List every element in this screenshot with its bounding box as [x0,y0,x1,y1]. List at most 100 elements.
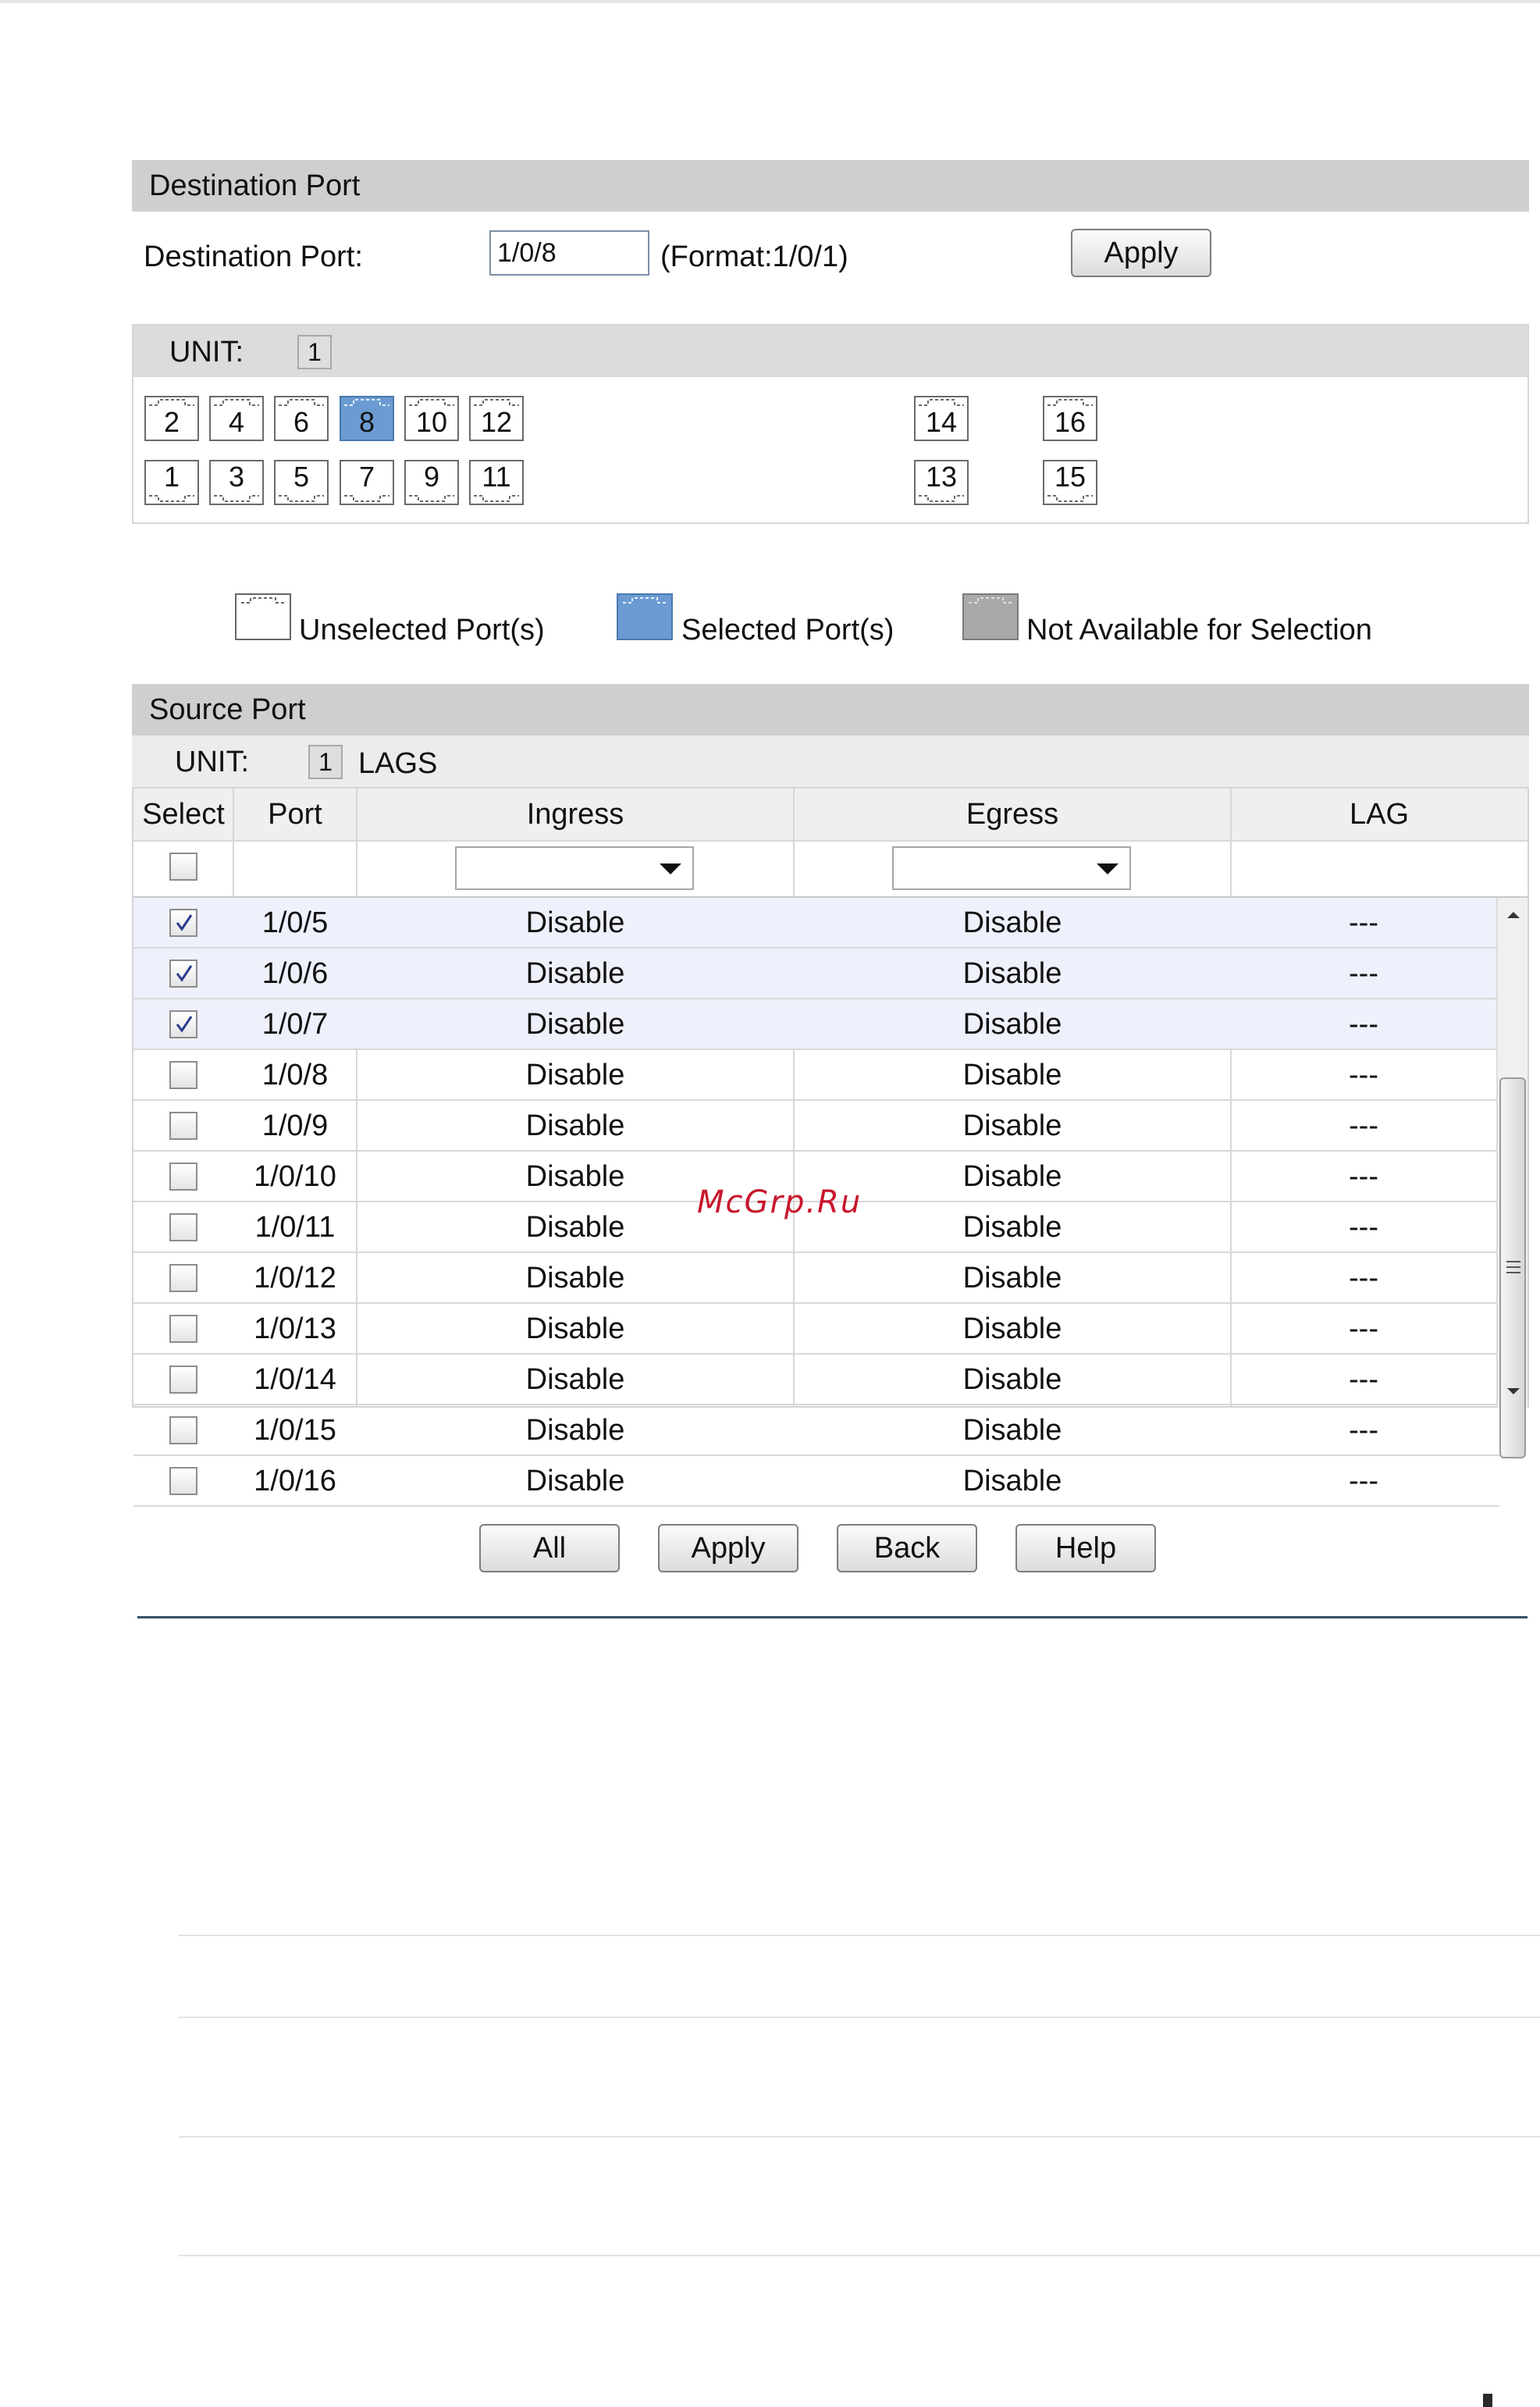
row-ingress: Disable [525,957,625,990]
divider-line [179,2136,1540,2138]
row-checkbox[interactable] [169,1366,197,1394]
port-number: 10 [415,406,448,438]
apply-button[interactable]: Apply [658,1524,798,1572]
port-number: 3 [228,461,245,493]
legend-selected: Selected Port(s) [681,614,894,646]
back-button[interactable]: Back [837,1524,977,1572]
destination-unit-selector[interactable]: 1 [297,335,332,369]
row-checkbox[interactable] [169,1213,197,1241]
table-row[interactable]: 1/0/13 Disable Disable --- [133,1304,1499,1355]
source-lags-tab[interactable]: LAGS [358,745,437,782]
table-scrollbar[interactable] [1496,898,1528,1458]
row-port: 1/0/16 [254,1465,336,1497]
dest-port-10[interactable]: 10 [404,396,459,441]
table-row[interactable]: 1/0/15 Disable Disable --- [133,1405,1499,1456]
select-all-checkbox[interactable] [169,853,197,881]
row-checkbox[interactable] [169,960,197,988]
legend-not-available: Not Available for Selection [1026,614,1372,646]
port-number: 5 [293,461,310,493]
table-row[interactable]: 1/0/8 Disable Disable --- [133,1050,1499,1101]
scroll-up-icon[interactable] [1504,909,1523,921]
dest-port-13[interactable]: 13 [914,460,969,505]
port-number: 4 [228,406,245,438]
row-lag: --- [1349,957,1378,990]
row-lag: --- [1349,1414,1378,1447]
dest-port-4[interactable]: 4 [209,396,264,441]
row-checkbox[interactable] [169,1467,197,1495]
row-ingress: Disable [525,1414,625,1447]
scroll-down-icon[interactable] [1504,1385,1523,1398]
all-button[interactable]: All [479,1524,620,1572]
header-port: Port [268,798,322,831]
chevron-down-icon [1097,863,1119,874]
row-checkbox[interactable] [169,1112,197,1140]
row-checkbox[interactable] [169,1163,197,1191]
row-egress: Disable [962,1363,1062,1396]
row-lag: --- [1349,1109,1378,1142]
table-row[interactable]: 1/0/14 Disable Disable --- [133,1355,1499,1405]
table-row[interactable]: 1/0/7 Disable Disable --- [133,999,1499,1050]
page-marker [1483,2394,1492,2407]
row-ingress: Disable [525,1109,625,1142]
dest-port-9[interactable]: 9 [404,460,459,505]
ingress-filter-select[interactable] [455,846,694,890]
table-row[interactable]: 1/0/6 Disable Disable --- [133,949,1499,999]
row-checkbox[interactable] [169,1010,197,1038]
row-port: 1/0/8 [261,1059,329,1091]
dest-port-16[interactable]: 16 [1043,396,1097,441]
dest-port-2[interactable]: 2 [144,396,199,441]
header-egress: Egress [966,798,1059,831]
row-lag: --- [1349,1059,1378,1091]
dest-port-15[interactable]: 15 [1043,460,1097,505]
destination-unit-panel: UNIT: 1 2 4 6 8 10 12 14 16 1 3 5 7 9 11 13 15 [132,324,1529,524]
header-divider [133,840,1528,842]
format-hint: (Format:1/0/1) [660,240,848,273]
selected-port-icon [617,593,673,640]
dest-port-8[interactable]: 8 [340,396,394,441]
destination-port-input[interactable] [489,230,649,276]
dest-port-6[interactable]: 6 [274,396,329,441]
row-checkbox[interactable] [169,1315,197,1343]
row-port: 1/0/5 [261,906,329,939]
table-row[interactable]: 1/0/12 Disable Disable --- [133,1253,1499,1304]
row-checkbox[interactable] [169,1416,197,1444]
dest-port-12[interactable]: 12 [469,396,524,441]
port-number: 16 [1054,406,1087,438]
row-checkbox[interactable] [169,1264,197,1292]
help-button[interactable]: Help [1015,1524,1156,1572]
table-row[interactable]: 1/0/5 Disable Disable --- [133,898,1499,949]
row-port: 1/0/7 [261,1008,329,1041]
row-lag: --- [1349,1008,1378,1041]
watermark: McGrp.Ru [697,1184,862,1220]
row-egress: Disable [962,1008,1062,1041]
unselected-port-icon [235,593,291,640]
legend-unselected: Unselected Port(s) [299,614,545,646]
dest-port-14[interactable]: 14 [914,396,969,441]
dest-port-3[interactable]: 3 [209,460,264,505]
egress-filter-select[interactable] [892,846,1131,890]
destination-port-panel: Destination Port Destination Port: (Form… [132,160,1529,527]
row-divider [133,1505,1499,1507]
destination-apply-button[interactable]: Apply [1071,229,1211,277]
row-ingress: Disable [525,1262,625,1294]
row-checkbox[interactable] [169,909,197,937]
source-port-panel: Source Port UNIT: 1 LAGS Select Port Ing… [132,684,1529,1572]
row-ingress: Disable [525,1059,625,1091]
row-port: 1/0/6 [261,957,329,990]
table-row[interactable]: 1/0/9 Disable Disable --- [133,1101,1499,1152]
port-number: 7 [358,461,375,493]
destination-unit-bar [133,326,1528,377]
destination-port-header: Destination Port [132,160,1529,212]
divider-line [179,1935,1540,1936]
source-unit-selector[interactable]: 1 [308,745,343,779]
row-lag: --- [1349,1363,1378,1396]
row-egress: Disable [962,906,1062,939]
dest-port-5[interactable]: 5 [274,460,329,505]
dest-port-7[interactable]: 7 [340,460,394,505]
row-port: 1/0/12 [254,1262,336,1294]
dest-port-11[interactable]: 11 [469,460,524,505]
row-ingress: Disable [525,1312,625,1345]
dest-port-1[interactable]: 1 [144,460,199,505]
row-checkbox[interactable] [169,1061,197,1089]
table-row[interactable]: 1/0/16 Disable Disable --- [133,1456,1499,1507]
